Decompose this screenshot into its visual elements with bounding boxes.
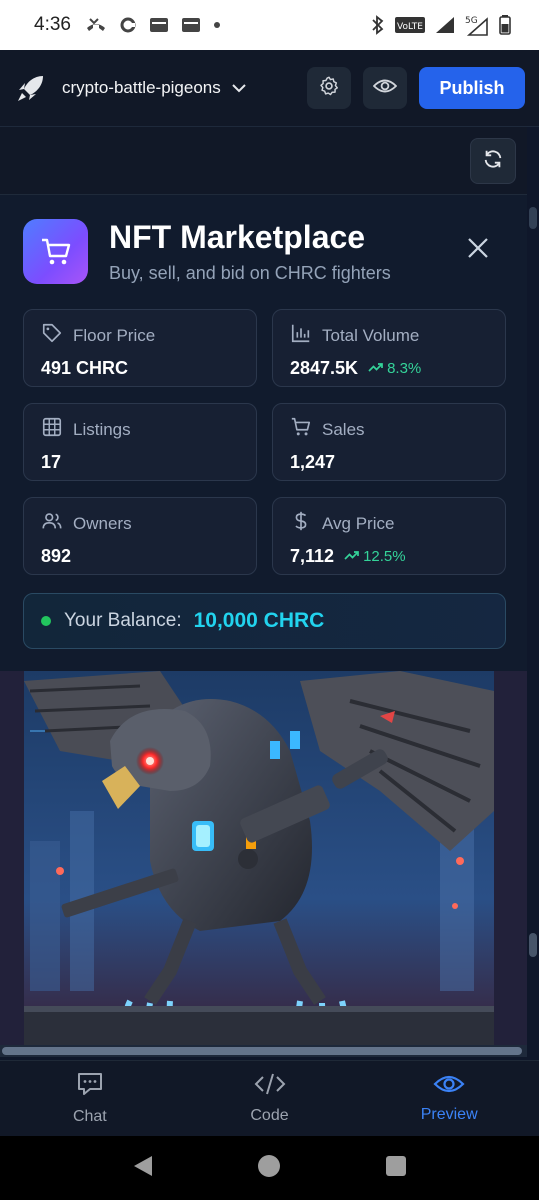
stat-label: Listings — [73, 419, 131, 439]
horizontal-scrollbar-thumb[interactable] — [2, 1047, 522, 1055]
tab-code[interactable]: Code — [180, 1061, 360, 1136]
cart-icon — [290, 416, 312, 443]
app-header: crypto-battle-pigeons Publish — [0, 50, 539, 126]
stat-change: 12.5% — [363, 548, 406, 565]
project-name: crypto-battle-pigeons — [62, 78, 221, 97]
stat-label: Owners — [73, 513, 132, 533]
stat-value: 491 CHRC — [41, 358, 129, 378]
stat-card-owners: Owners 892 — [23, 497, 257, 575]
stat-change: 8.3% — [387, 360, 422, 377]
stat-change-badge: 12.5% — [344, 548, 406, 565]
battery-icon — [499, 15, 511, 35]
bottom-navigation: Chat Code Preview — [0, 1060, 539, 1136]
chevron-down-icon — [231, 78, 247, 98]
stat-card-avg-price: Avg Price 7,112 12.5% — [272, 497, 506, 575]
tag-icon — [41, 322, 63, 349]
bar-chart-icon — [290, 322, 312, 349]
eye-icon — [433, 1073, 465, 1100]
balance-value: 10,000 CHRC — [193, 609, 325, 632]
trending-up-icon — [344, 548, 360, 565]
stat-card-listings: Listings 17 — [23, 403, 257, 481]
modal-title: NFT Marketplace — [109, 219, 366, 255]
card-icon-2 — [181, 17, 201, 33]
svg-text:5G: 5G — [465, 16, 478, 26]
tab-preview[interactable]: Preview — [359, 1061, 539, 1136]
signal-icon — [435, 16, 455, 34]
missed-call-icon — [85, 16, 107, 34]
stat-value: 1,247 — [290, 452, 336, 472]
stat-value: 2847.5K — [290, 358, 359, 378]
refresh-icon — [482, 148, 504, 175]
marketplace-modal: NFT Marketplace Buy, sell, and bid on CH… — [0, 195, 527, 671]
stat-label: Total Volume — [322, 325, 420, 345]
dot-icon — [213, 21, 221, 29]
svg-text:VoLTE: VoLTE — [397, 22, 423, 32]
back-icon[interactable] — [132, 1154, 154, 1183]
recents-icon[interactable] — [385, 1155, 407, 1182]
stat-card-total-volume: Total Volume 2847.5K 8.3% — [272, 309, 506, 387]
modal-subtitle: Buy, sell, and bid on CHRC fighters — [109, 263, 391, 283]
publish-button[interactable]: Publish — [419, 67, 525, 109]
status-time: 4:36 — [34, 14, 71, 35]
home-icon[interactable] — [257, 1154, 281, 1183]
tab-label: Preview — [420, 1106, 478, 1123]
system-navigation-bar — [0, 1136, 539, 1200]
stat-label: Floor Price — [73, 325, 156, 345]
stat-card-sales: Sales 1,247 — [272, 403, 506, 481]
grid-icon — [41, 416, 63, 443]
stat-label: Avg Price — [322, 513, 395, 533]
bluetooth-icon — [371, 15, 385, 35]
volte-icon: VoLTE — [395, 16, 425, 34]
tab-label: Code — [250, 1107, 289, 1124]
cart-logo-icon — [23, 219, 88, 284]
nft-artwork-image[interactable] — [0, 671, 527, 1051]
scrollbar-thumb[interactable] — [529, 207, 537, 229]
card-icon — [149, 17, 169, 33]
sync-icon — [119, 16, 137, 34]
refresh-button[interactable] — [470, 138, 516, 184]
project-selector[interactable]: crypto-battle-pigeons — [62, 78, 247, 98]
stat-label: Sales — [322, 419, 365, 439]
balance-label: Your Balance: — [64, 610, 182, 631]
stat-value: 892 — [41, 546, 72, 566]
dollar-icon — [290, 510, 312, 537]
status-dot — [41, 616, 51, 626]
close-button[interactable] — [463, 235, 493, 265]
stat-value: 7,112 — [290, 546, 335, 566]
tab-chat[interactable]: Chat — [0, 1061, 180, 1136]
rocket-logo-icon[interactable] — [16, 73, 46, 103]
trending-up-icon — [368, 360, 384, 377]
preview-frame: NFT Marketplace Buy, sell, and bid on CH… — [0, 126, 539, 1060]
gear-icon — [318, 75, 340, 102]
tab-label: Chat — [72, 1108, 107, 1125]
users-icon — [41, 510, 63, 537]
vertical-scrollbar[interactable] — [527, 195, 539, 1060]
stat-value: 17 — [41, 452, 62, 472]
status-bar: 4:36 VoLTE 5G — [0, 0, 539, 50]
eye-icon — [372, 77, 398, 100]
scrollbar-thumb-outer[interactable] — [529, 933, 537, 957]
preview-toggle-button[interactable] — [363, 67, 407, 109]
code-icon — [254, 1072, 286, 1101]
stat-change-badge: 8.3% — [368, 360, 421, 377]
balance-banner: Your Balance: 10,000 CHRC — [23, 593, 506, 649]
settings-button[interactable] — [307, 67, 351, 109]
preview-toolbar — [0, 127, 527, 195]
chat-icon — [76, 1071, 104, 1102]
close-icon — [467, 237, 489, 264]
signal-5g-icon: 5G — [465, 14, 489, 36]
stat-card-floor-price: Floor Price 491 CHRC — [23, 309, 257, 387]
